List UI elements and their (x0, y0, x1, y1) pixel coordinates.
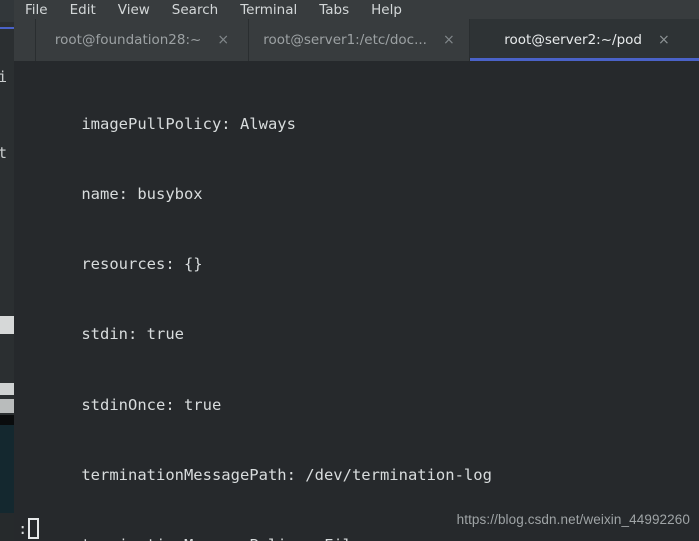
terminal-line: imagePullPolicy: Always (44, 114, 296, 133)
background-window-strip-6 (0, 513, 14, 541)
tab-close-icon[interactable]: × (201, 33, 243, 47)
background-window-text-fragment-2: t (0, 144, 8, 162)
tab-close-icon[interactable]: × (642, 33, 687, 47)
tab-strip-leading-spacer (14, 19, 36, 61)
tab-close-icon[interactable]: × (427, 33, 469, 47)
background-window-strip-4 (0, 415, 14, 425)
background-window-strip-2 (0, 383, 14, 395)
menu-item-edit[interactable]: Edit (59, 2, 107, 19)
tab-label: root@foundation28:~ (54, 32, 202, 48)
terminal-window: File Edit View Search Terminal Tabs Help… (14, 0, 699, 541)
background-window[interactable]: i t (0, 0, 14, 541)
menu-item-tabs[interactable]: Tabs (308, 2, 360, 19)
menu-bar: File Edit View Search Terminal Tabs Help (14, 0, 699, 19)
menu-item-file[interactable]: File (14, 2, 59, 19)
terminal-line: stdinOnce: true (44, 395, 222, 414)
terminal-line: resources: {} (44, 255, 203, 274)
tab-root-server1-etc-doc[interactable]: root@server1:/etc/doc... × (249, 19, 470, 61)
menu-item-terminal[interactable]: Terminal (229, 2, 308, 19)
terminal-prompt[interactable]: : (14, 518, 40, 539)
tab-root-server2-pod[interactable]: root@server2:~/pod × (470, 19, 699, 61)
menu-item-view[interactable]: View (107, 2, 161, 19)
background-window-accent-bar (0, 27, 14, 29)
text-cursor-icon (28, 518, 40, 539)
terminal-line: terminationMessagePath: /dev/termination… (44, 465, 492, 484)
background-window-titlebar (0, 0, 14, 22)
terminal-text-buffer: imagePullPolicy: Always name: busybox re… (14, 66, 699, 541)
background-window-strip-1 (0, 316, 14, 334)
tab-bar: root@foundation28:~ × root@server1:/etc/… (14, 19, 699, 61)
tab-label: root@server1:/etc/doc... (263, 32, 427, 48)
terminal-line: stdin: true (44, 325, 184, 344)
menu-item-help[interactable]: Help (360, 2, 413, 19)
background-window-strip-3 (0, 399, 14, 413)
background-window-text-fragment-1: i (0, 68, 8, 86)
tab-label: root@server2:~/pod (504, 32, 642, 48)
prompt-colon: : (18, 519, 28, 538)
terminal-content-area[interactable]: imagePullPolicy: Always name: busybox re… (14, 61, 699, 541)
background-window-strip-5 (0, 425, 14, 513)
menu-item-search[interactable]: Search (161, 2, 229, 19)
terminal-line: terminationMessagePolicy: File (14, 534, 699, 541)
tab-root-foundation28[interactable]: root@foundation28:~ × (36, 19, 249, 61)
watermark-url: https://blog.csdn.net/weixin_44992260 (456, 512, 690, 527)
terminal-line: name: busybox (44, 185, 203, 204)
